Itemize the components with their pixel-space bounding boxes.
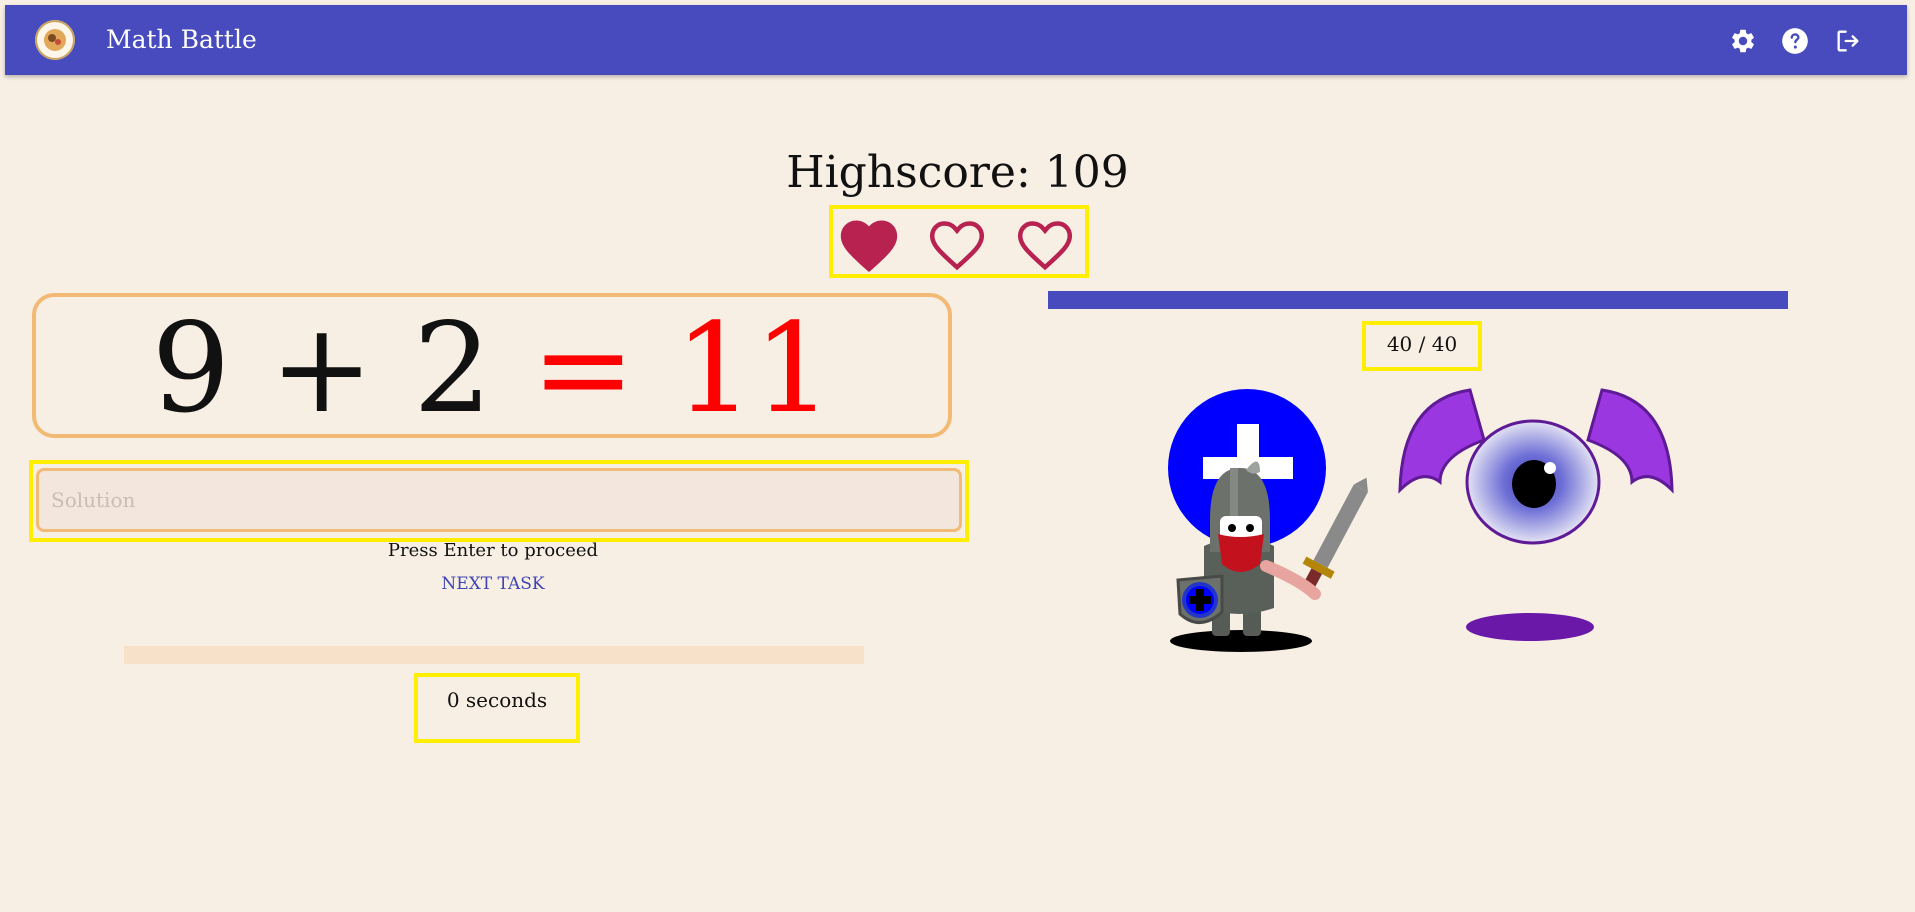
app-logo: [35, 20, 75, 60]
highscore-label: Highscore:: [786, 147, 1031, 198]
settings-button[interactable]: [1728, 26, 1758, 56]
next-task-button[interactable]: NEXT TASK: [0, 574, 986, 594]
timer-display: 0 seconds: [414, 673, 580, 743]
logo-icon: [35, 20, 75, 60]
app-bar: Math Battle: [5, 5, 1907, 75]
answer: 11: [674, 297, 833, 441]
solution-input[interactable]: [36, 468, 962, 532]
equation-card: 9 + 2 = 11: [32, 293, 952, 441]
app-title: Math Battle: [106, 25, 257, 54]
solution-field-wrapper: [29, 460, 969, 542]
heart-empty-icon: [923, 212, 991, 274]
highscore: Highscore: 109: [0, 145, 1915, 201]
heart-filled-icon: [835, 212, 903, 274]
monster-hp-fill: [1048, 291, 1788, 309]
timer-progress-bar: [124, 646, 864, 664]
monster-hp-text: 40 / 40: [1362, 321, 1482, 371]
lives-indicator: [829, 205, 1089, 278]
operand-b: 2: [413, 297, 492, 441]
help-circle-icon: [1782, 28, 1808, 54]
help-button[interactable]: [1780, 26, 1810, 56]
heart-empty-icon: [1011, 212, 1079, 274]
battle-scene: [1140, 380, 1700, 660]
gear-icon: [1732, 29, 1754, 53]
enter-hint: Press Enter to proceed: [387, 540, 599, 561]
equals-sign: =: [531, 297, 636, 441]
operand-a: 9: [151, 297, 231, 441]
logout-button[interactable]: [1833, 26, 1863, 56]
flying-eye-monster: [1398, 388, 1674, 641]
highscore-value: 109: [1044, 147, 1129, 198]
monster-hp-bar: [1048, 291, 1788, 309]
logout-icon: [1837, 30, 1859, 52]
operator: +: [269, 297, 374, 441]
